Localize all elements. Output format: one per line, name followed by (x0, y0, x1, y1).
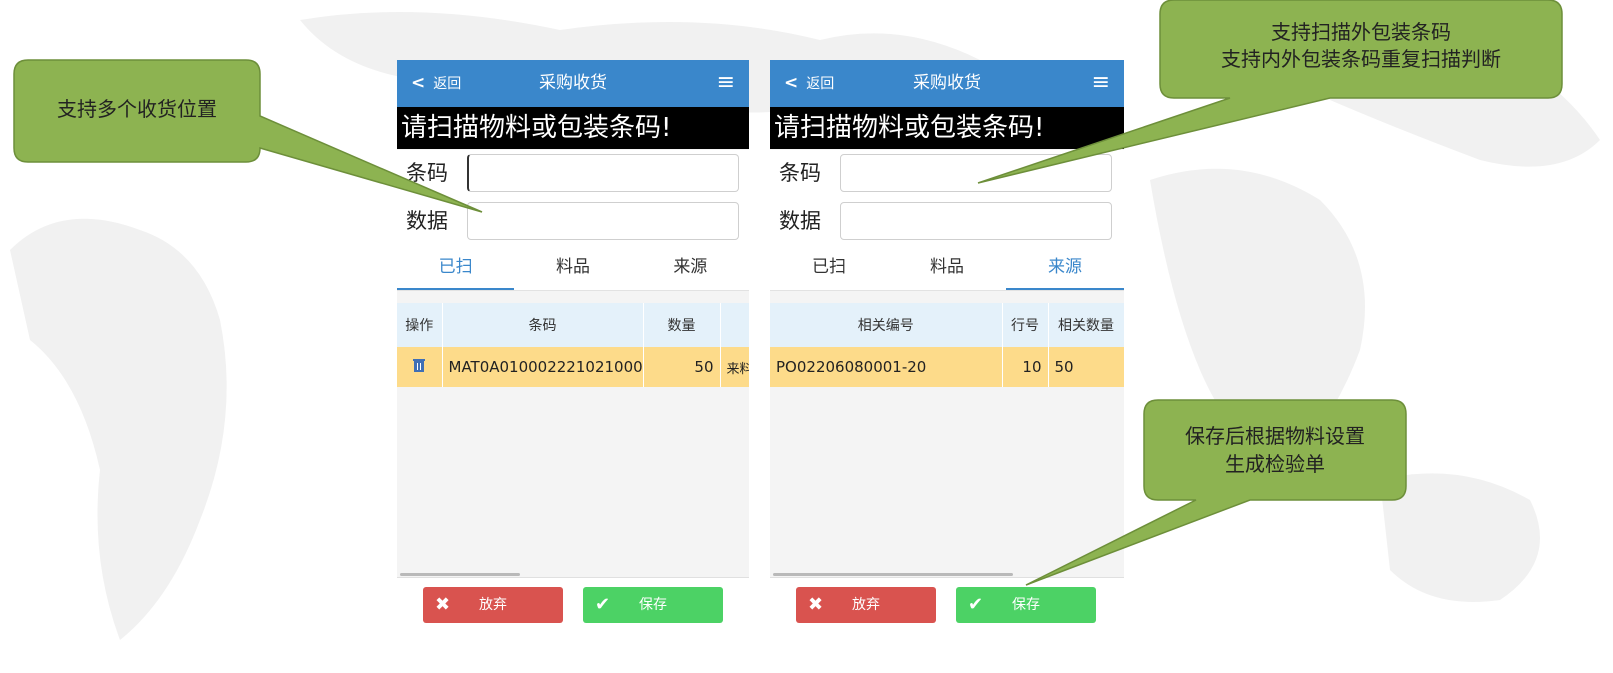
save-label: 保存 (639, 597, 667, 613)
scanned-table-wrap: 操作 条码 数量 MAT0A010002221021000 50 来料 (397, 303, 749, 387)
scanned-table: 操作 条码 数量 MAT0A010002221021000 50 来料 (397, 303, 749, 387)
col-qty: 数量 (643, 303, 721, 347)
barcode-field-row: 条码 (397, 150, 749, 198)
table-row[interactable]: PO02206080001-20 10 50 (770, 347, 1125, 387)
header-bar: < 返回 采购收货 ≡ (770, 60, 1124, 107)
spacer (397, 291, 749, 303)
table-header-row: 操作 条码 数量 (397, 303, 749, 347)
scan-prompt: 请扫描物料或包装条码! (770, 107, 1124, 149)
delete-icon-glyph (413, 359, 426, 372)
map-shape-australia (1380, 473, 1540, 602)
data-label: 数据 (779, 209, 821, 233)
map-shape-americas (10, 218, 227, 640)
tab-source[interactable]: 来源 (632, 246, 749, 290)
spacer (770, 291, 1124, 303)
action-bar: ✖ 放弃 ✔ 保存 (397, 577, 749, 633)
callout-multi-location-text: 支持多个收货位置 (57, 97, 217, 121)
phone-screen-scanned: < 返回 采购收货 ≡ 请扫描物料或包装条码! 条码 数据 已扫 料品 来源 操作… (397, 60, 749, 633)
data-label: 数据 (406, 209, 448, 233)
barcode-input[interactable] (840, 154, 1112, 192)
source-table: 相关编号 行号 相关数量 PO02206080001-20 10 50 (770, 303, 1125, 387)
col-ref-qty: 相关数量 (1048, 303, 1125, 347)
barcode-label: 条码 (406, 161, 448, 185)
chevron-left-icon: < (411, 73, 426, 93)
back-label: 返回 (806, 76, 835, 92)
action-bar: ✖ 放弃 ✔ 保存 (770, 577, 1124, 633)
tab-scanned[interactable]: 已扫 (770, 246, 888, 290)
tab-materials[interactable]: 料品 (514, 246, 631, 290)
col-line-no: 行号 (1002, 303, 1049, 347)
callout-inspection-line2: 生成检验单 (1225, 452, 1325, 476)
data-input[interactable] (467, 202, 739, 240)
cell-ref-qty: 50 (1048, 347, 1125, 387)
tab-source[interactable]: 来源 (1006, 246, 1124, 290)
cell-barcode: MAT0A010002221021000 (442, 347, 644, 387)
tab-bar: 已扫 料品 来源 (770, 246, 1124, 291)
back-button[interactable]: < 返回 (784, 60, 834, 107)
barcode-input[interactable] (467, 154, 739, 192)
cell-qty: 50 (643, 347, 721, 387)
save-label: 保存 (1012, 597, 1040, 613)
col-action: 操作 (397, 303, 443, 347)
cell-line-no: 10 (1002, 347, 1049, 387)
discard-button[interactable]: ✖ 放弃 (796, 587, 936, 623)
data-field-row: 数据 (770, 198, 1124, 246)
tab-scanned[interactable]: 已扫 (397, 246, 515, 290)
table-row[interactable]: MAT0A010002221021000 50 来料 (397, 347, 749, 387)
hamburger-icon[interactable]: ≡ (717, 60, 735, 107)
callout-inspection-line1: 保存后根据物料设置 (1185, 424, 1365, 448)
discard-button[interactable]: ✖ 放弃 (423, 587, 563, 623)
callout-outer-package-line1: 支持扫描外包装条码 (1271, 20, 1451, 44)
data-input[interactable] (840, 202, 1112, 240)
save-button[interactable]: ✔ 保存 (583, 587, 723, 623)
table-header-row: 相关编号 行号 相关数量 (770, 303, 1125, 347)
col-barcode: 条码 (442, 303, 644, 347)
scan-prompt: 请扫描物料或包装条码! (397, 107, 749, 149)
hamburger-icon[interactable]: ≡ (1092, 60, 1110, 107)
header-bar: < 返回 采购收货 ≡ (397, 60, 749, 107)
cell-ref-no: PO02206080001-20 (770, 347, 1003, 387)
data-field-row: 数据 (397, 198, 749, 246)
back-button[interactable]: < 返回 (411, 60, 461, 107)
phone-screen-source: < 返回 采购收货 ≡ 请扫描物料或包装条码! 条码 数据 已扫 料品 来源 相关… (770, 60, 1125, 633)
chevron-left-icon: < (784, 73, 799, 93)
barcode-field-row: 条码 (770, 150, 1124, 198)
col-ref-no: 相关编号 (770, 303, 1003, 347)
save-button[interactable]: ✔ 保存 (956, 587, 1096, 623)
cell-extra: 来料 (720, 347, 749, 387)
barcode-label: 条码 (779, 161, 821, 185)
back-label: 返回 (433, 76, 462, 92)
delete-icon[interactable] (397, 347, 443, 387)
tab-materials[interactable]: 料品 (888, 246, 1006, 290)
discard-label: 放弃 (852, 597, 880, 613)
scrollbar-thumb[interactable] (400, 573, 520, 576)
tab-bar: 已扫 料品 来源 (397, 246, 749, 291)
col-extra (720, 303, 749, 347)
scrollbar-thumb[interactable] (773, 573, 1013, 576)
callout-outer-package-line2: 支持内外包装条码重复扫描判断 (1221, 47, 1501, 71)
discard-label: 放弃 (479, 597, 507, 613)
